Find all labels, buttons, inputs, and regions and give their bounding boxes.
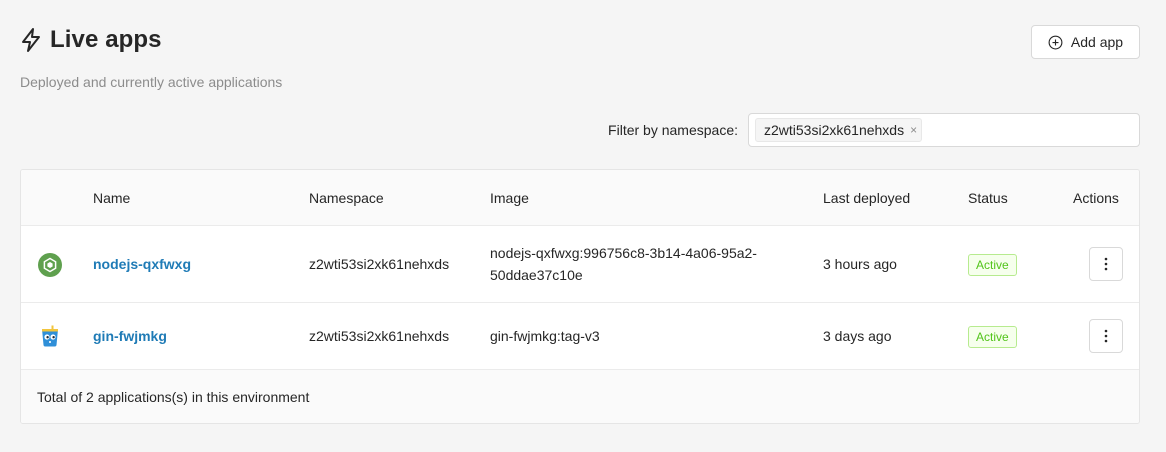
filter-label: Filter by namespace:	[608, 122, 738, 138]
app-last-deployed: 3 days ago	[823, 328, 892, 344]
namespace-tag: z2wti53si2xk61nehxds ×	[755, 118, 923, 142]
app-namespace: z2wti53si2xk61nehxds	[309, 328, 450, 344]
app-namespace: z2wti53si2xk61nehxds	[309, 256, 450, 272]
table-header: Name Namespace Image Last deployed Statu…	[21, 170, 1139, 226]
nodejs-icon	[38, 253, 62, 277]
column-header-image: Image	[490, 190, 529, 206]
namespace-tag-label: z2wti53si2xk61nehxds	[764, 122, 905, 138]
gin-gopher-icon	[42, 325, 58, 347]
apps-table: Name Namespace Image Last deployed Statu…	[20, 169, 1140, 424]
total-count-text: Total of 2 applications(s) in this envir…	[37, 389, 310, 405]
page-header: Live apps	[20, 26, 162, 54]
row-actions-button[interactable]	[1089, 247, 1123, 281]
app-image-line1: nodejs-qxfwxg:996756c8-3b14-4a06-95a2-	[490, 245, 757, 261]
column-header-actions: Actions	[1073, 190, 1119, 206]
column-header-name: Name	[93, 190, 131, 206]
table-footer: Total of 2 applications(s) in this envir…	[21, 370, 1139, 423]
column-header-status: Status	[968, 190, 1008, 206]
column-header-namespace: Namespace	[309, 190, 384, 206]
page-title: Live apps	[50, 26, 162, 53]
app-name-link[interactable]: nodejs-qxfwxg	[93, 254, 191, 274]
add-app-label: Add app	[1070, 34, 1124, 50]
more-vertical-icon	[1104, 329, 1108, 343]
column-header-last-deployed: Last deployed	[823, 190, 911, 206]
status-badge: Active	[968, 254, 1017, 276]
app-image-line2: 50ddae37c10e	[490, 267, 583, 283]
table-row: nodejs-qxfwxg z2wti53si2xk61nehxds nodej…	[21, 226, 1139, 303]
app-image-line1: gin-fwjmkg:tag-v3	[490, 328, 600, 344]
table-row: gin-fwjmkg z2wti53si2xk61nehxds gin-fwjm…	[21, 303, 1139, 370]
more-vertical-icon	[1104, 257, 1108, 271]
lightning-icon	[22, 28, 40, 52]
row-actions-button[interactable]	[1089, 319, 1123, 353]
namespace-filter-select[interactable]: z2wti53si2xk61nehxds ×	[748, 113, 1140, 147]
app-name-link[interactable]: gin-fwjmkg	[93, 326, 167, 346]
page-subtitle: Deployed and currently active applicatio…	[20, 74, 283, 90]
app-last-deployed: 3 hours ago	[823, 256, 897, 272]
plus-circle-icon	[1048, 35, 1063, 49]
add-app-button[interactable]: Add app	[1031, 25, 1140, 59]
close-icon[interactable]: ×	[910, 123, 917, 137]
status-badge: Active	[968, 326, 1017, 348]
